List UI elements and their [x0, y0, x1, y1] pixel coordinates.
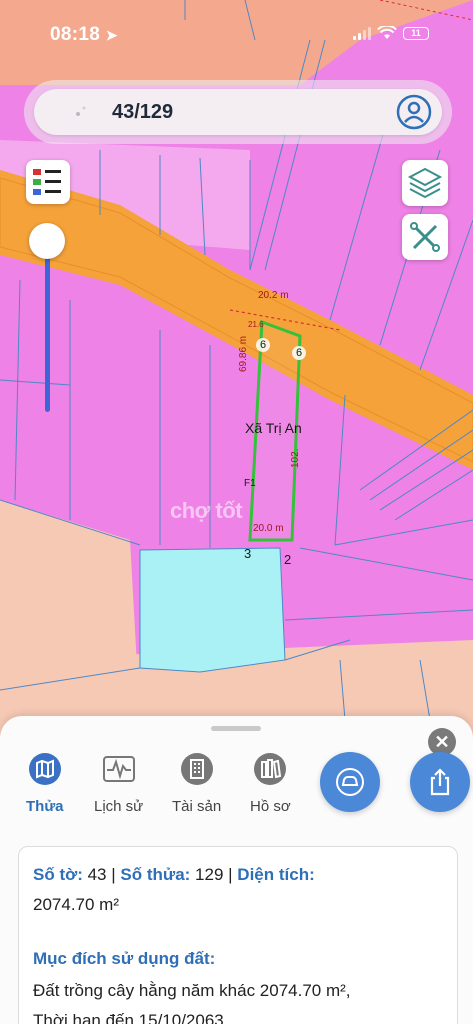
- sheet-grabber[interactable]: [211, 726, 261, 731]
- tab-label: Lịch sử: [94, 798, 144, 815]
- wifi-icon: [377, 26, 397, 39]
- dimension-left-top: 21.6: [248, 320, 264, 329]
- ruler-icon: [410, 222, 440, 252]
- dimension-top: 20.2 m: [258, 290, 289, 301]
- parcel-number[interactable]: 3: [244, 546, 251, 561]
- tab-ho-so[interactable]: Hồ sơ: [250, 752, 291, 815]
- close-icon: ✕: [434, 731, 450, 752]
- parcel-number[interactable]: F1: [244, 478, 256, 489]
- parcel-info-card: Số tờ: 43 | Số thửa: 129 | Diện tích: 20…: [18, 846, 458, 1024]
- tab-label: Tài sản: [172, 798, 222, 815]
- status-indicators: 11: [353, 26, 429, 40]
- status-bar: 08:18 ➤ 11: [0, 0, 473, 70]
- commune-label: Xã Trị An: [245, 420, 302, 436]
- tab-label: Thửa: [26, 798, 64, 815]
- watermark: chợ tốt: [170, 498, 243, 523]
- share-icon: [430, 768, 450, 796]
- car-button[interactable]: [320, 752, 380, 812]
- location-arrow-icon: ➤: [105, 27, 118, 43]
- share-button[interactable]: [410, 752, 470, 812]
- search-icon: [76, 106, 86, 116]
- parcel-summary: Số tờ: 43 | Số thửa: 129 | Diện tích:: [33, 865, 315, 884]
- tab-label: Hồ sơ: [250, 798, 291, 815]
- car-icon: [336, 768, 364, 796]
- tab-thua[interactable]: Thửa: [26, 752, 64, 815]
- books-icon: [253, 752, 287, 786]
- tab-lich-su[interactable]: Lịch sử: [94, 752, 143, 815]
- land-use-heading: Mục đích sử dụng đất:: [33, 949, 216, 968]
- area-value: 2074.70 m²: [33, 895, 119, 914]
- profile-icon[interactable]: [396, 94, 432, 130]
- land-use-term: Thời hạn đến 15/10/2063: [33, 1011, 224, 1024]
- opacity-slider-track[interactable]: [45, 250, 50, 412]
- opacity-slider-handle[interactable]: [29, 223, 65, 259]
- measure-button[interactable]: [402, 214, 448, 260]
- land-use-value: Đất trồng cây hằng năm khác 2074.70 m²,: [33, 981, 351, 1000]
- dimension-left: 69.86 m: [238, 335, 249, 372]
- search-input[interactable]: 43/129: [112, 101, 173, 124]
- parcel-number[interactable]: 2: [284, 552, 291, 567]
- dimension-right: 102.: [290, 448, 301, 468]
- parcel-number[interactable]: 6: [292, 346, 306, 360]
- parcel-number[interactable]: 6: [256, 338, 270, 352]
- history-chart-icon: [102, 752, 136, 786]
- layers-icon: [407, 167, 443, 199]
- legend-icon: [33, 169, 61, 195]
- dimension-bottom: 20.0 m: [253, 523, 284, 534]
- battery-icon: 11: [403, 26, 429, 40]
- tab-tai-san[interactable]: Tài sản: [172, 752, 221, 815]
- layers-button[interactable]: [402, 160, 448, 206]
- building-icon: [180, 752, 214, 786]
- status-time: 08:18 ➤: [50, 24, 118, 45]
- map-icon: [28, 752, 62, 786]
- search-bar[interactable]: 43/129: [24, 80, 452, 144]
- search-field[interactable]: 43/129: [34, 89, 442, 135]
- signal-icon: [353, 26, 371, 40]
- legend-button[interactable]: [26, 160, 70, 204]
